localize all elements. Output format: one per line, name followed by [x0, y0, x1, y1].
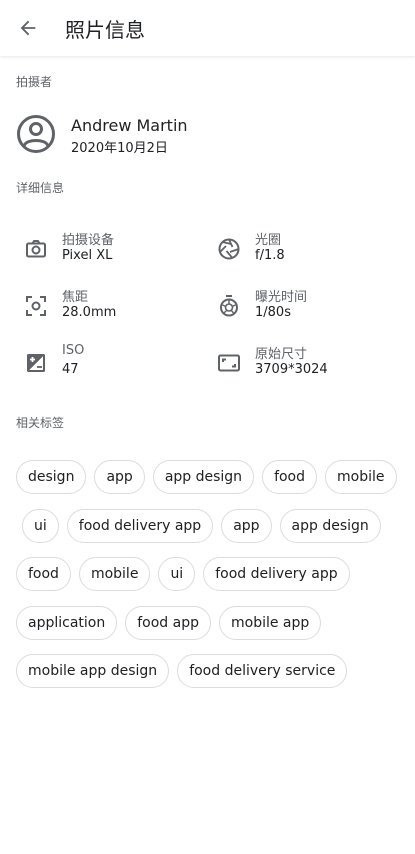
info-item-exposure-time: 曝光时间 1/80s [217, 290, 397, 334]
tag-chip[interactable]: ui [158, 557, 196, 591]
info-label: 焦距 [62, 290, 89, 305]
info-value: 47 [62, 362, 79, 377]
tag-chip[interactable]: app design [152, 460, 255, 494]
aperture-icon [217, 237, 241, 261]
back-arrow-icon [20, 20, 36, 36]
exposure-icon [24, 351, 48, 375]
chip-row: food mobile ui food delivery app [16, 557, 401, 593]
info-label: 曝光时间 [255, 290, 308, 305]
chip-row: mobile app design food delivery service [16, 654, 401, 690]
info-item-focal-length: 焦距 28.0mm [24, 290, 204, 334]
tag-chip[interactable]: ui [22, 508, 59, 543]
chip-row: design app app design food mobile [16, 460, 401, 496]
info-item-device: 拍摄设备 Pixel XL [24, 233, 204, 277]
info-value: 28.0mm [62, 305, 117, 320]
aspect-ratio-icon [217, 351, 241, 375]
info-value: f/1.8 [255, 248, 285, 263]
tag-chip[interactable]: mobile [78, 557, 151, 591]
info-label: 拍摄设备 [62, 233, 115, 248]
tag-chip[interactable]: food [262, 460, 318, 494]
info-item-aperture: 光圈 f/1.8 [217, 233, 397, 277]
tag-chip[interactable]: food delivery app [203, 557, 350, 591]
app-bar: 照片信息 [0, 0, 415, 56]
tags-section-label: 相关标签 [16, 416, 65, 430]
tag-chip[interactable]: mobile app [218, 605, 322, 640]
tag-chip[interactable]: application [16, 605, 118, 640]
info-label: 原始尺寸 [255, 347, 308, 362]
account-circle-icon [17, 115, 55, 153]
info-item-original-size: 原始尺寸 3709*3024 [217, 347, 397, 391]
tag-chip[interactable]: food app [125, 605, 211, 640]
tag-chip[interactable]: food delivery service [177, 654, 348, 688]
timer-icon [217, 294, 241, 318]
tag-chip[interactable]: app [221, 508, 272, 543]
info-value: 1/80s [255, 305, 291, 320]
avatar[interactable] [16, 114, 56, 154]
info-value: Pixel XL [62, 248, 113, 263]
chip-row: ui food delivery app app app design [16, 508, 401, 545]
owner-name: Andrew Martin [71, 116, 188, 135]
tag-chip[interactable]: food [16, 557, 71, 591]
info-label: ISO [62, 343, 85, 358]
tag-chip[interactable]: mobile app design [16, 654, 170, 688]
details-section-label: 详细信息 [16, 181, 65, 195]
focus-icon [24, 294, 48, 318]
tag-chip[interactable]: app design [279, 508, 381, 543]
tag-chip[interactable]: mobile [325, 460, 397, 494]
page-title: 照片信息 [65, 18, 145, 42]
info-item-iso: ISO 47 [24, 343, 204, 391]
tag-chip[interactable]: food delivery app [66, 508, 214, 543]
chip-row: application food app mobile app [16, 605, 401, 642]
camera-icon [24, 237, 48, 261]
back-button[interactable] [10, 10, 46, 46]
info-label: 光圈 [255, 233, 282, 248]
capture-date: 2020年10月2日 [71, 141, 168, 156]
info-value: 3709*3024 [255, 362, 328, 377]
owner-section-label: 拍摄者 [16, 75, 53, 89]
tag-chip[interactable]: design [16, 460, 87, 494]
tag-chip[interactable]: app [94, 460, 145, 494]
tag-chip-group: design app app design food mobile ui foo… [16, 460, 401, 703]
